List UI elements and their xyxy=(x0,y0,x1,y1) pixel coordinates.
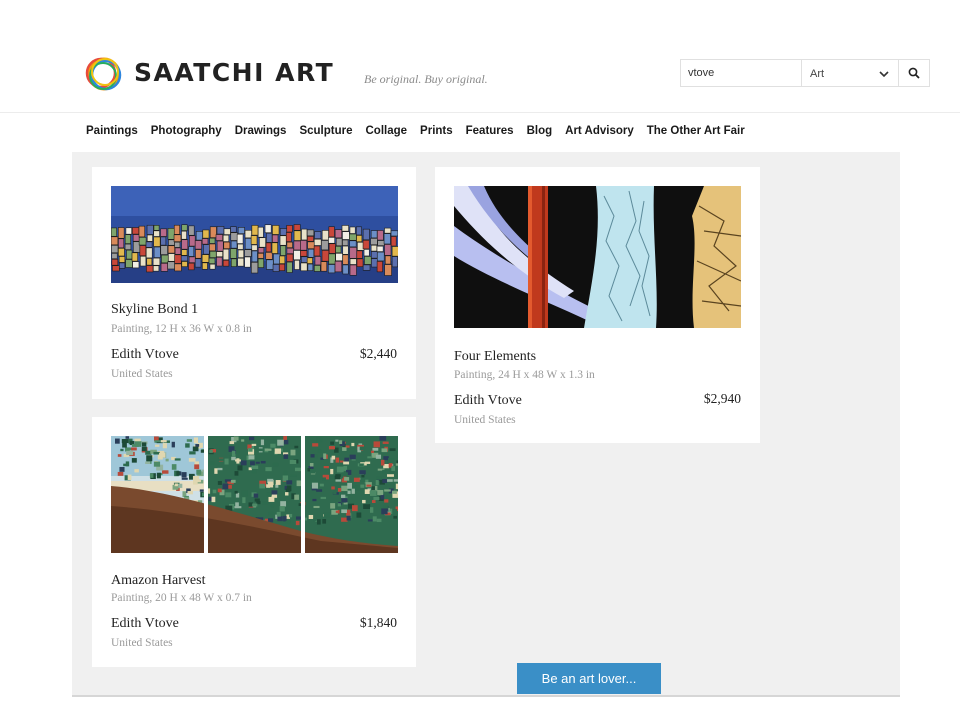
search-category-select[interactable]: Art xyxy=(801,59,899,87)
search-category-value: Art xyxy=(810,68,825,80)
artwork-price: $2,940 xyxy=(703,391,741,406)
artwork-title[interactable]: Amazon Harvest xyxy=(111,573,205,589)
main-nav: Paintings Photography Drawings Sculpture… xyxy=(86,125,758,137)
nav-item-collage[interactable]: Collage xyxy=(366,125,408,137)
artwork-details: Painting, 12 H x 36 W x 0.8 in xyxy=(111,323,252,335)
artwork-card[interactable]: Skyline Bond 1 Painting, 12 H x 36 W x 0… xyxy=(92,167,416,399)
artwork-image-amazon-harvest[interactable] xyxy=(111,436,398,553)
artist-country: United States xyxy=(111,368,173,380)
tagline: Be original. Buy original. xyxy=(364,72,488,86)
nav-item-sculpture[interactable]: Sculpture xyxy=(299,125,352,137)
nav-item-prints[interactable]: Prints xyxy=(420,125,453,137)
saatchi-logo-icon[interactable] xyxy=(84,54,124,94)
search-icon xyxy=(908,67,920,79)
artwork-details: Painting, 20 H x 48 W x 0.7 in xyxy=(111,592,252,604)
nav-item-the-other-art-fair[interactable]: The Other Art Fair xyxy=(647,125,745,137)
header-divider xyxy=(0,112,960,113)
artwork-image-four-elements[interactable] xyxy=(454,186,741,328)
artwork-card[interactable]: Amazon Harvest Painting, 20 H x 48 W x 0… xyxy=(92,417,416,667)
nav-item-paintings[interactable]: Paintings xyxy=(86,125,138,137)
chevron-down-icon xyxy=(879,71,889,78)
artist-name[interactable]: Edith Vtove xyxy=(111,616,179,632)
artwork-price: $1,840 xyxy=(359,615,397,630)
artwork-card[interactable]: Four Elements Painting, 24 H x 48 W x 1.… xyxy=(435,167,760,443)
brand-name[interactable]: SAATCHI ART xyxy=(134,58,334,87)
artwork-price: $2,440 xyxy=(359,346,397,361)
artist-country: United States xyxy=(111,637,173,649)
artist-name[interactable]: Edith Vtove xyxy=(454,393,522,409)
artwork-details: Painting, 24 H x 48 W x 1.3 in xyxy=(454,369,595,381)
footer-divider xyxy=(72,695,900,697)
artist-name[interactable]: Edith Vtove xyxy=(111,347,179,363)
nav-item-art-advisory[interactable]: Art Advisory xyxy=(565,125,634,137)
be-an-art-lover-button[interactable]: Be an art lover... xyxy=(517,663,661,694)
nav-item-photography[interactable]: Photography xyxy=(151,125,222,137)
nav-item-drawings[interactable]: Drawings xyxy=(235,125,287,137)
artwork-title[interactable]: Skyline Bond 1 xyxy=(111,302,198,318)
search-input[interactable] xyxy=(680,59,801,87)
search-button[interactable] xyxy=(899,59,930,87)
artwork-image-skyline-bond-1[interactable] xyxy=(111,186,398,283)
nav-item-blog[interactable]: Blog xyxy=(527,125,553,137)
nav-item-features[interactable]: Features xyxy=(466,125,514,137)
artwork-title[interactable]: Four Elements xyxy=(454,349,536,365)
artist-country: United States xyxy=(454,414,516,426)
